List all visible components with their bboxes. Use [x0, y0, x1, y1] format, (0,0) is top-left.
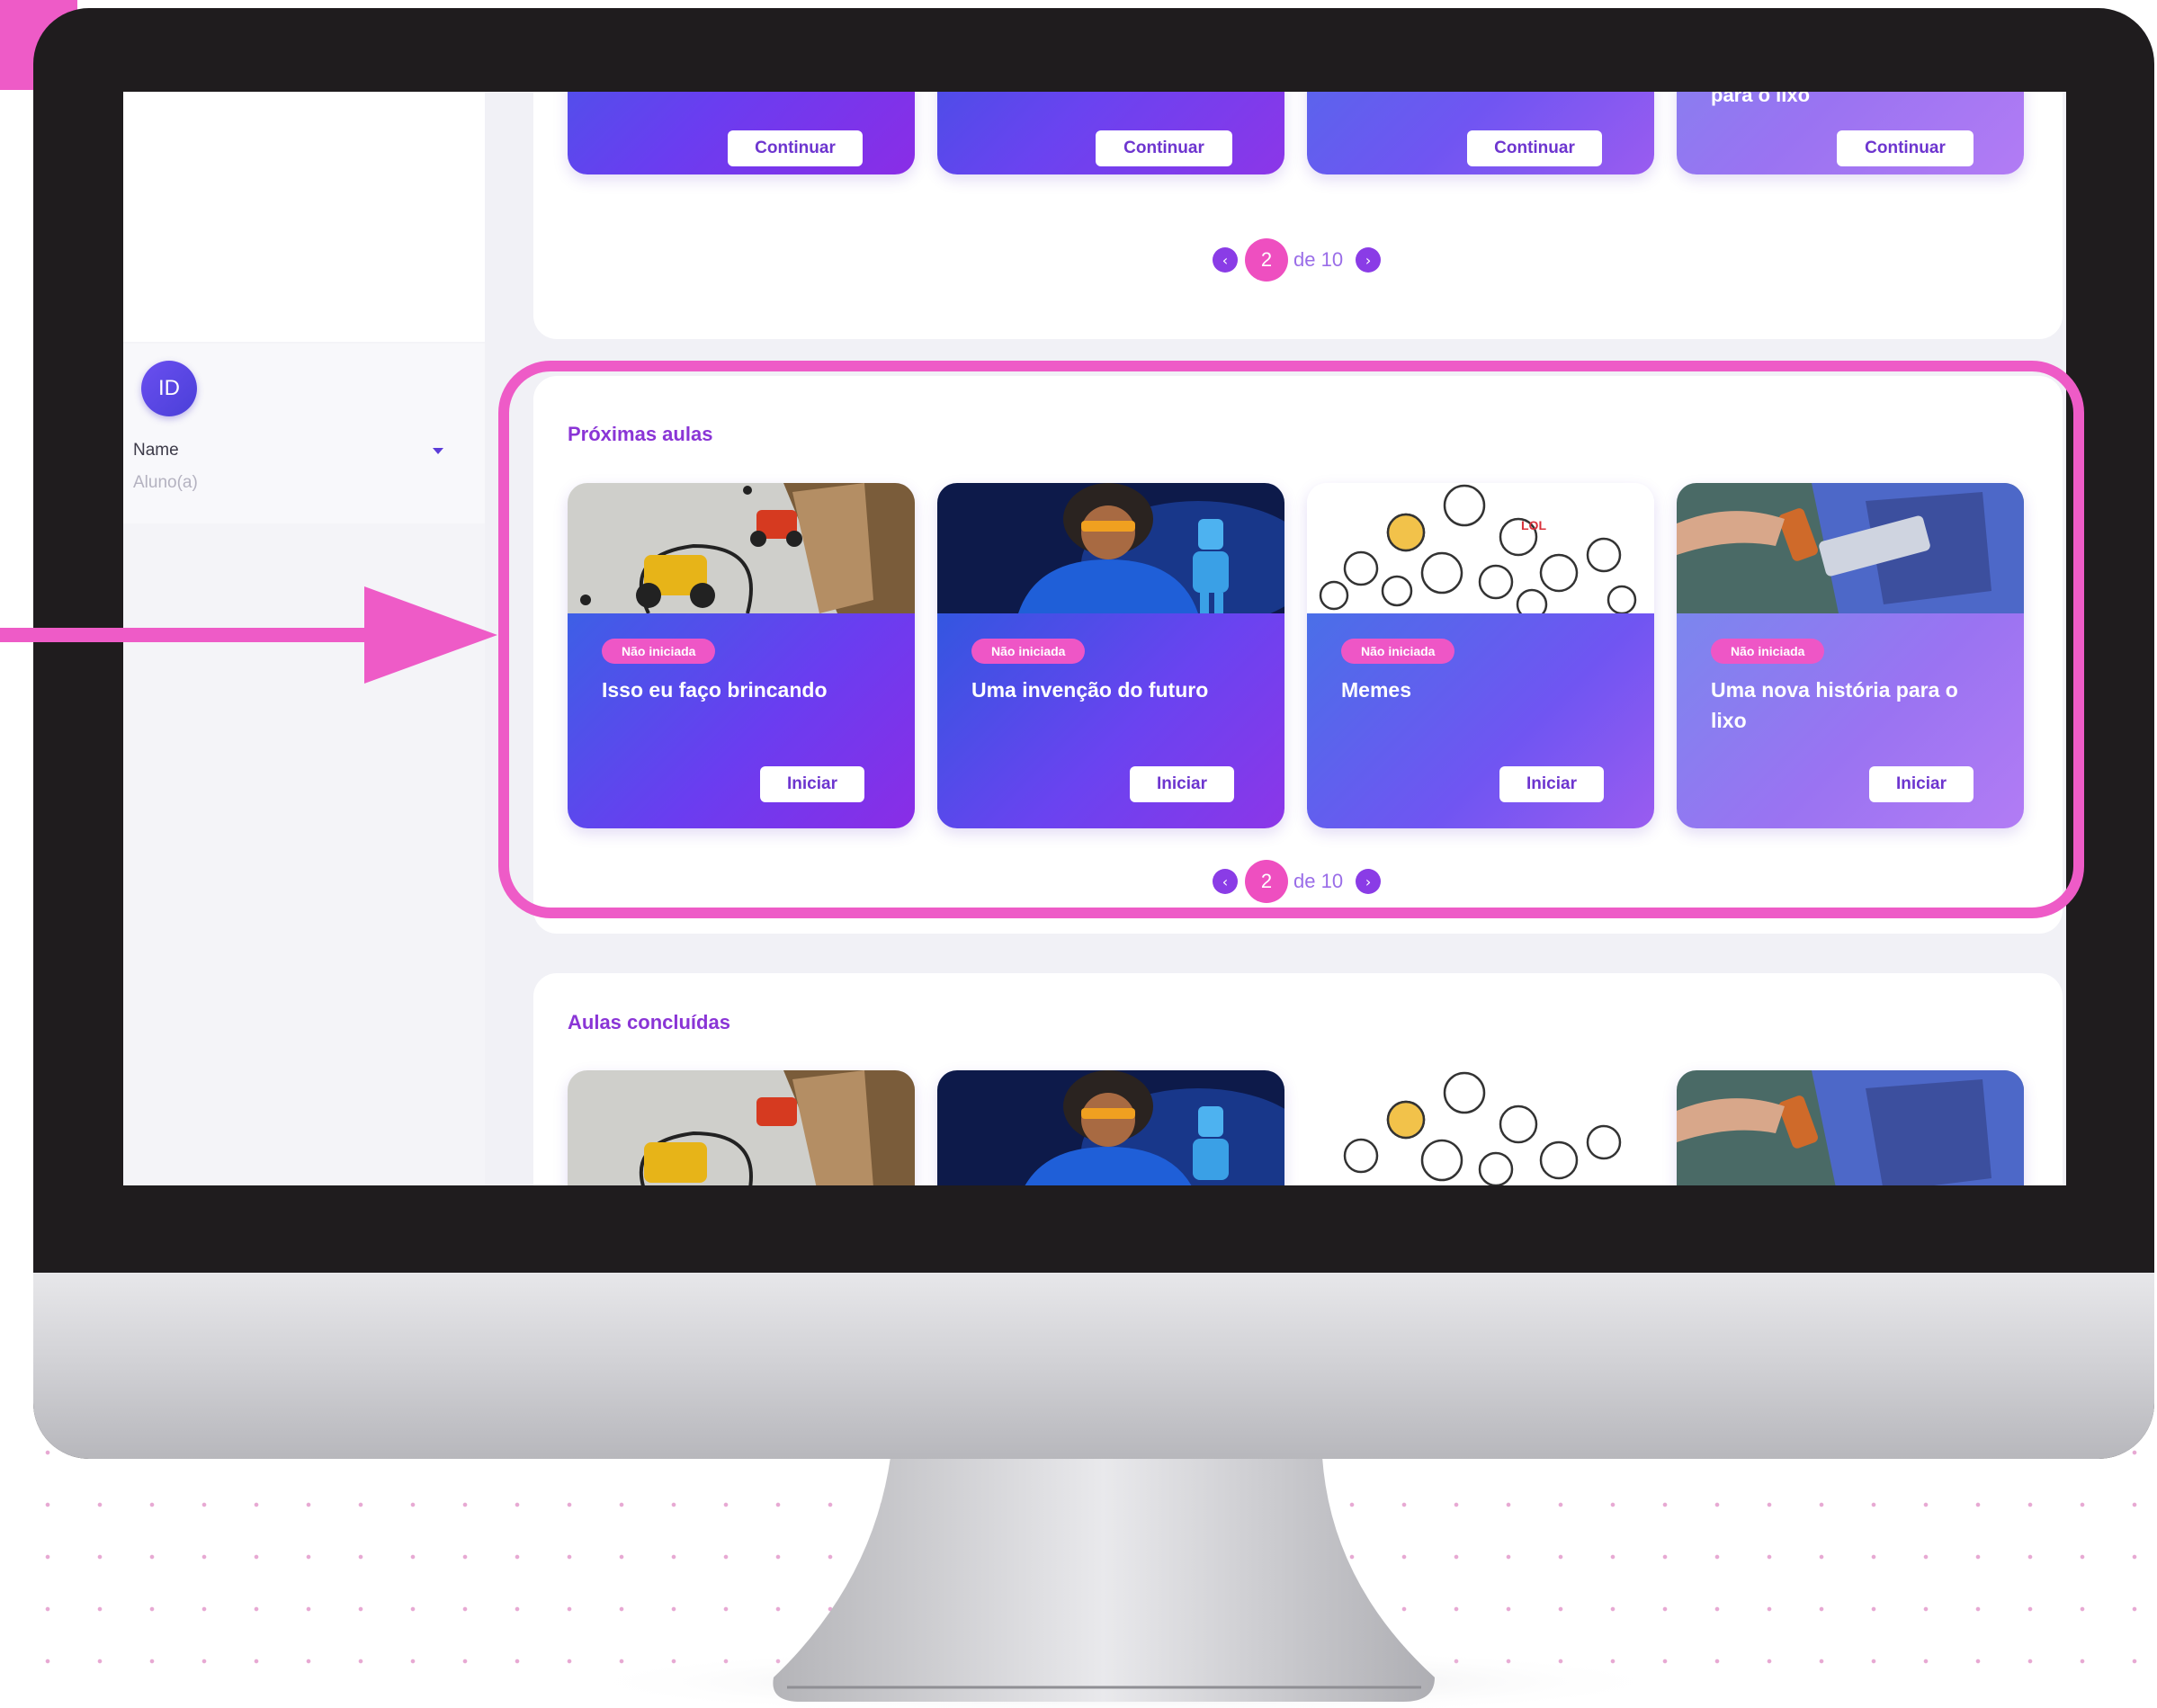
lesson-card[interactable]: [568, 1070, 915, 1185]
lesson-card[interactable]: Continuar: [1307, 92, 1654, 174]
user-name: Name: [133, 441, 179, 460]
lesson-card[interactable]: [1677, 1070, 2024, 1185]
continue-button[interactable]: Continuar: [1096, 130, 1232, 166]
page-count: de 10: [1293, 248, 1344, 271]
completed-lessons-panel: Aulas concluídas: [533, 973, 2063, 1185]
pagination: ‹ 2 de 10 ›: [1213, 238, 1382, 282]
continue-button[interactable]: Continuar: [1467, 130, 1602, 166]
continue-button[interactable]: Continuar: [728, 130, 863, 166]
highlight-frame: [498, 361, 2084, 918]
arrow-head-icon: [364, 586, 497, 684]
user-role: Aluno(a): [133, 473, 198, 492]
recycling-box-photo: [1677, 1070, 2024, 1185]
lesson-card[interactable]: para o lixo Continuar: [1677, 92, 2024, 174]
chevron-right-icon[interactable]: ›: [1356, 247, 1382, 273]
chevron-down-icon[interactable]: [433, 448, 443, 454]
continue-button[interactable]: Continuar: [1837, 130, 1974, 166]
avatar[interactable]: ID: [141, 361, 197, 416]
chevron-left-icon[interactable]: ‹: [1213, 247, 1238, 273]
section-title: Aulas concluídas: [568, 1011, 730, 1033]
lesson-card[interactable]: [1307, 1070, 1654, 1185]
lesson-card[interactable]: Continuar: [937, 92, 1284, 174]
monitor-chin: [33, 1273, 2154, 1459]
man-with-robot-photo: [937, 1070, 1284, 1185]
current-page: 2: [1245, 238, 1288, 282]
in-progress-panel: Continuar Continuar Continuar para o lix…: [533, 92, 2063, 339]
lesson-title: para o lixo: [1711, 92, 1811, 106]
lesson-card[interactable]: Continuar: [568, 92, 915, 174]
lesson-card[interactable]: [937, 1070, 1284, 1185]
memes-collage: [1307, 1070, 1654, 1185]
toy-car-photo: [568, 1070, 915, 1185]
pointer-arrow: [0, 628, 369, 642]
sidebar-header: [123, 92, 485, 342]
